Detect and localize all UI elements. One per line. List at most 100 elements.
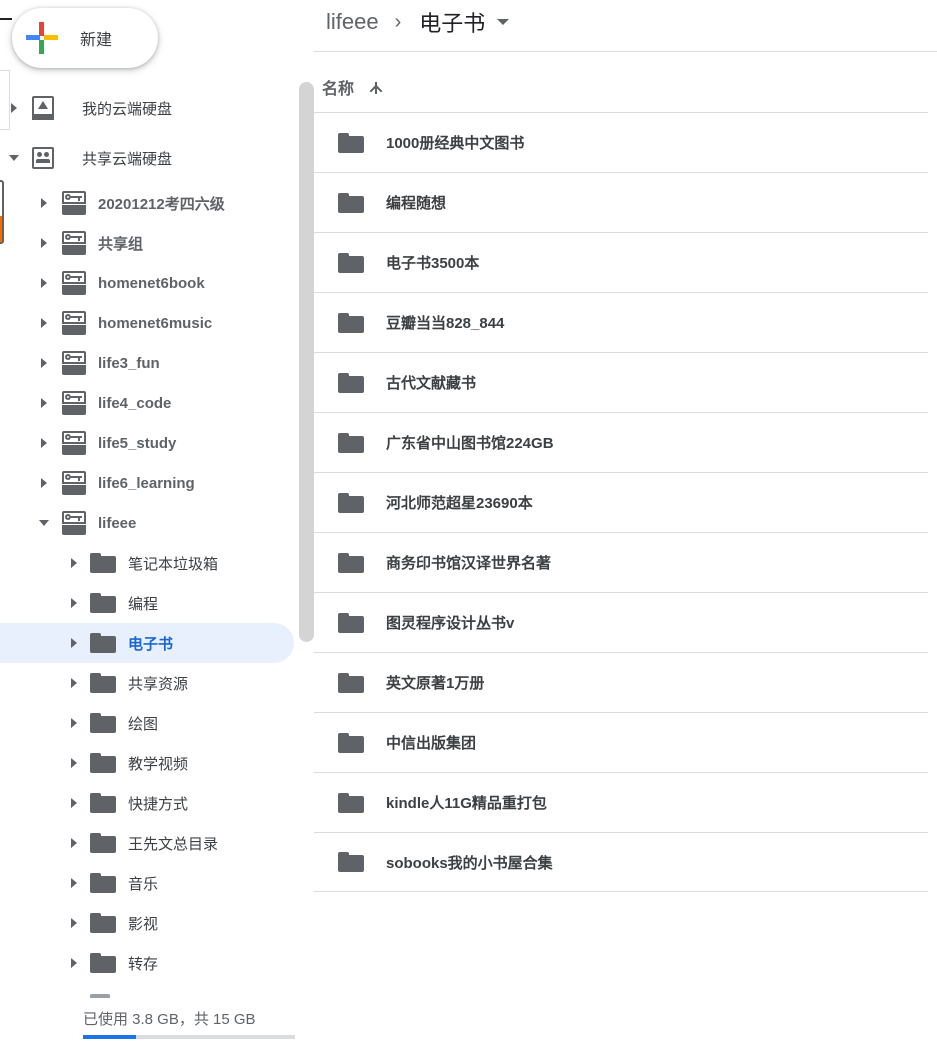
collapse-arrow-icon[interactable] — [8, 152, 20, 164]
sidebar-item-team-drive[interactable]: 共享组 — [38, 223, 288, 263]
sidebar-item-label: 共享组 — [98, 235, 144, 253]
expand-arrow-icon[interactable] — [38, 277, 50, 289]
expand-arrow-icon[interactable] — [38, 397, 50, 409]
file-name: 中信出版集团 — [386, 735, 477, 752]
sidebar-folder[interactable]: 快捷方式 — [68, 783, 288, 823]
breadcrumb-root[interactable]: lifeee — [326, 9, 379, 35]
sidebar-item-label: life5_study — [98, 434, 177, 452]
sidebar-item-label: 音乐 — [128, 875, 159, 893]
file-name: kindle人11G精品重打包 — [386, 795, 547, 812]
list-item[interactable]: kindle人11G精品重打包 — [314, 772, 928, 832]
list-item[interactable]: 英文原著1万册 — [314, 652, 928, 712]
expand-arrow-icon[interactable] — [68, 597, 80, 609]
folder-icon — [338, 192, 364, 213]
sidebar-item-team-drive[interactable]: life4_code — [38, 383, 288, 423]
sidebar-item-label: 王先文总目录 — [128, 835, 219, 853]
shared-drive-icon — [62, 351, 86, 375]
expand-arrow-icon[interactable] — [68, 837, 80, 849]
sidebar-folder[interactable]: 影视 — [68, 903, 288, 943]
list-item[interactable]: 豆瓣当当828_844 — [314, 292, 928, 352]
sidebar-item-team-drive[interactable]: life3_fun — [38, 343, 288, 383]
sidebar-item-team-drive[interactable]: life6_learning — [38, 463, 288, 503]
new-button[interactable]: 新建 — [12, 8, 158, 68]
list-item[interactable]: sobooks我的小书屋合集 — [314, 832, 928, 892]
sidebar-item-team-drive[interactable]: 20201212考四六级 — [38, 183, 288, 223]
list-item[interactable]: 广东省中山图书馆224GB — [314, 412, 928, 472]
sidebar-item-label: 共享云端硬盘 — [82, 150, 173, 168]
sidebar-folder[interactable]: 教学视频 — [68, 743, 288, 783]
file-name: 英文原著1万册 — [386, 675, 485, 692]
caret-down-icon[interactable] — [497, 19, 510, 25]
folder-icon — [90, 713, 116, 733]
sidebar-folder[interactable]: 笔记本垃圾箱 — [68, 543, 288, 583]
folder-icon — [338, 792, 364, 813]
sidebar-item-label: 快捷方式 — [128, 795, 189, 813]
sidebar-folder[interactable]: 绘图 — [68, 703, 288, 743]
file-name: 广东省中山图书馆224GB — [386, 435, 554, 452]
expand-arrow-icon[interactable] — [38, 357, 50, 369]
expand-arrow-icon[interactable] — [68, 677, 80, 689]
file-name: 电子书3500本 — [386, 255, 480, 272]
list-item[interactable]: 古代文献藏书 — [314, 352, 928, 412]
list-item[interactable]: 编程随想 — [314, 172, 928, 232]
list-item[interactable]: 电子书3500本 — [314, 232, 928, 292]
shared-drive-icon — [62, 431, 86, 455]
shared-drive-icon — [62, 471, 86, 495]
sidebar-folder[interactable]: 共享资源 — [68, 663, 288, 703]
folder-icon — [90, 793, 116, 813]
sidebar-item-label: homenet6music — [98, 314, 213, 332]
folder-icon — [338, 552, 364, 573]
expand-arrow-icon[interactable] — [68, 797, 80, 809]
expand-arrow-icon[interactable] — [38, 317, 50, 329]
expand-arrow-icon[interactable] — [38, 477, 50, 489]
folder-icon — [338, 672, 364, 693]
expand-arrow-icon[interactable] — [38, 197, 50, 209]
expand-arrow-icon[interactable] — [68, 637, 80, 649]
sort-by-name-header[interactable]: 名称 — [322, 74, 384, 100]
sidebar-scrollbar[interactable] — [299, 82, 314, 642]
sidebar-item-team-drive[interactable]: life5_study — [38, 423, 288, 463]
folder-icon — [338, 432, 364, 453]
sidebar-folder-selected[interactable]: 电子书 — [0, 623, 294, 663]
sidebar-item-team-drive[interactable]: homenet6music — [38, 303, 288, 343]
expand-arrow-icon[interactable] — [8, 102, 20, 114]
expand-arrow-icon[interactable] — [68, 957, 80, 969]
list-item[interactable]: 1000册经典中文图书 — [314, 112, 928, 172]
expand-arrow-icon[interactable] — [68, 757, 80, 769]
sidebar-item-team-drive-lifeee[interactable]: lifeee — [38, 503, 288, 543]
folder-icon — [90, 873, 116, 893]
expand-arrow-icon[interactable] — [38, 437, 50, 449]
list-item[interactable]: 图灵程序设计丛书v — [314, 592, 928, 652]
breadcrumb-current[interactable]: 电子书 — [419, 6, 485, 38]
sidebar-item-team-drive[interactable]: homenet6book — [38, 263, 288, 303]
breadcrumb: lifeee › 电子书 — [326, 4, 510, 40]
sidebar-item-label: 共享资源 — [128, 675, 189, 693]
drive-icon — [32, 96, 54, 120]
sidebar-folder[interactable]: 音乐 — [68, 863, 288, 903]
folder-icon — [90, 753, 116, 773]
list-item[interactable]: 河北师范超星23690本 — [314, 472, 928, 532]
sidebar-item-shared-drives[interactable]: 共享云端硬盘 — [8, 138, 288, 178]
expand-arrow-icon[interactable] — [68, 557, 80, 569]
expand-arrow-icon[interactable] — [68, 717, 80, 729]
list-item[interactable]: 中信出版集团 — [314, 712, 928, 772]
folder-icon — [90, 673, 116, 693]
file-name: 豆瓣当当828_844 — [386, 315, 505, 332]
expand-arrow-icon[interactable] — [38, 237, 50, 249]
expand-arrow-icon[interactable] — [68, 917, 80, 929]
sidebar-item-my-drive[interactable]: 我的云端硬盘 — [8, 88, 288, 128]
folder-icon — [338, 732, 364, 753]
folder-icon — [338, 312, 364, 333]
folder-icon — [338, 372, 364, 393]
folder-icon — [338, 252, 364, 273]
sidebar-folder[interactable]: 王先文总目录 — [68, 823, 288, 863]
sidebar-folder[interactable]: 编程 — [68, 583, 288, 623]
shared-drive-icon — [62, 311, 86, 335]
window-edge-line — [0, 18, 12, 20]
list-item[interactable]: 商务印书馆汉译世界名著 — [314, 532, 928, 592]
sidebar-folder[interactable]: 转存 — [68, 943, 288, 983]
collapse-arrow-icon[interactable] — [38, 517, 50, 529]
shared-drives-icon — [32, 147, 54, 169]
expand-arrow-icon[interactable] — [68, 877, 80, 889]
header-divider — [314, 51, 937, 52]
